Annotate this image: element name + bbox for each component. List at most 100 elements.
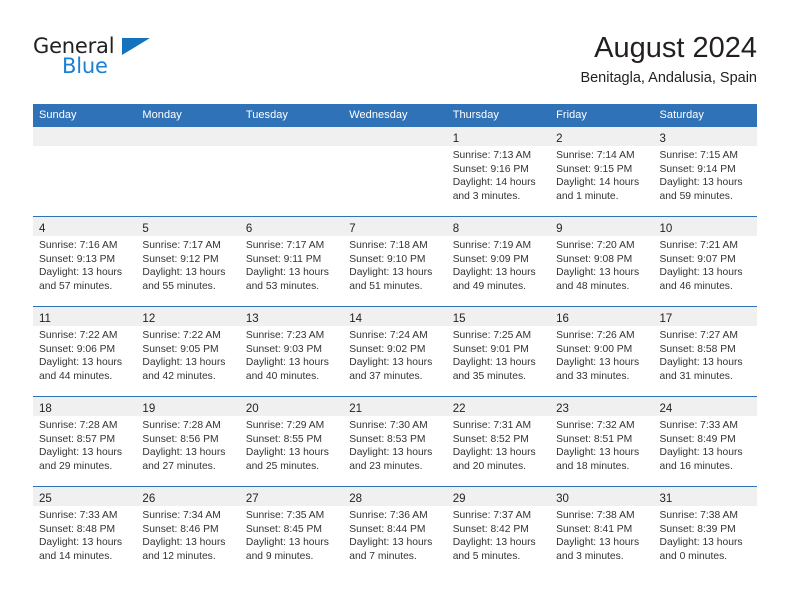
day-number: 31: [659, 493, 673, 505]
calendar-day-cell[interactable]: 24 Sunrise: 7:33 AM Sunset: 8:49 PM Dayligh…: [653, 397, 757, 486]
calendar-day-cell[interactable]: 18 Sunrise: 7:28 AM Sunset: 8:57 PM Dayligh…: [33, 397, 137, 486]
day-number-band: 19: [136, 397, 240, 416]
day-details: Sunrise: 7:15 AM Sunset: 9:14 PM Daylight:…: [654, 146, 757, 203]
day-details: Sunrise: 7:33 AM Sunset: 8:49 PM Daylight:…: [654, 416, 757, 473]
day-details: Sunrise: 7:31 AM Sunset: 8:52 PM Daylight:…: [447, 416, 550, 473]
calendar-day-cell[interactable]: 20 Sunrise: 7:29 AM Sunset: 8:55 PM Dayligh…: [239, 397, 344, 486]
sunset-text: Sunset: 9:16 PM: [452, 163, 529, 175]
daylight-text-line2: and 0 minutes.: [659, 550, 728, 562]
day-details: Sunrise: 7:17 AM Sunset: 9:11 PM Daylight:…: [240, 236, 343, 293]
sunset-text: Sunset: 9:15 PM: [556, 163, 633, 175]
calendar-day-cell[interactable]: 13 Sunrise: 7:23 AM Sunset: 9:03 PM Dayligh…: [239, 307, 344, 396]
day-details: Sunrise: 7:37 AM Sunset: 8:42 PM Daylight:…: [447, 506, 550, 563]
sunset-text: Sunset: 8:44 PM: [349, 523, 426, 535]
calendar-day-cell[interactable]: 8 Sunrise: 7:19 AM Sunset: 9:09 PM Daylight…: [446, 217, 551, 306]
calendar-day-cell[interactable]: 31 Sunrise: 7:38 AM Sunset: 8:39 PM Dayligh…: [653, 487, 757, 576]
day-details: Sunrise: 7:25 AM Sunset: 9:01 PM Daylight:…: [447, 326, 550, 383]
daylight-text-line1: Daylight: 13 hours: [659, 447, 743, 459]
daylight-text-line1: Daylight: 13 hours: [349, 357, 433, 369]
sunset-text: Sunset: 9:13 PM: [39, 253, 116, 265]
calendar-day-cell[interactable]: 25 Sunrise: 7:33 AM Sunset: 8:48 PM Dayligh…: [33, 487, 137, 576]
day-details: Sunrise: 7:13 AM Sunset: 9:16 PM Daylight:…: [447, 146, 550, 203]
daylight-text-line2: and 7 minutes.: [349, 550, 417, 562]
daylight-text-line1: Daylight: 13 hours: [659, 267, 743, 279]
sunrise-text: Sunrise: 7:18 AM: [349, 240, 428, 251]
daylight-text-line1: Daylight: 13 hours: [452, 447, 536, 459]
sunrise-text: Sunrise: 7:29 AM: [245, 420, 325, 431]
day-number: 10: [659, 223, 673, 235]
brand-word-blue: Blue: [62, 54, 108, 78]
calendar-day-cell[interactable]: 26 Sunrise: 7:34 AM Sunset: 8:46 PM Dayligh…: [136, 487, 240, 576]
day-number: 1: [452, 133, 460, 145]
daylight-text-line2: and 51 minutes.: [349, 280, 423, 292]
day-number-band: 3: [653, 127, 757, 146]
sunset-text: Sunset: 9:05 PM: [142, 343, 219, 355]
calendar-day-cell[interactable]: 19 Sunrise: 7:28 AM Sunset: 8:56 PM Dayligh…: [136, 397, 240, 486]
sunset-text: Sunset: 8:55 PM: [245, 433, 322, 445]
calendar-day-cell[interactable]: 2 Sunrise: 7:14 AM Sunset: 9:15 PM Daylight…: [550, 127, 654, 216]
calendar-day-cell[interactable]: 7 Sunrise: 7:18 AM Sunset: 9:10 PM Daylight…: [343, 217, 447, 306]
calendar-week-row: 11 Sunrise: 7:22 AM Sunset: 9:06 PM Dayligh…: [33, 306, 757, 397]
daylight-text-line2: and 3 minutes.: [556, 550, 624, 562]
sunrise-text: Sunrise: 7:28 AM: [39, 420, 118, 431]
calendar-day-cell[interactable]: 6 Sunrise: 7:17 AM Sunset: 9:11 PM Daylight…: [239, 217, 344, 306]
calendar-day-cell[interactable]: 29 Sunrise: 7:37 AM Sunset: 8:42 PM Dayligh…: [446, 487, 551, 576]
calendar-day-cell[interactable]: 15 Sunrise: 7:25 AM Sunset: 9:01 PM Dayligh…: [446, 307, 551, 396]
calendar-day-cell[interactable]: 27 Sunrise: 7:35 AM Sunset: 8:45 PM Dayligh…: [239, 487, 344, 576]
day-number-band: 25: [33, 487, 137, 506]
calendar-day-cell[interactable]: 30 Sunrise: 7:38 AM Sunset: 8:41 PM Dayligh…: [550, 487, 654, 576]
day-details: Sunrise: 7:24 AM Sunset: 9:02 PM Daylight:…: [343, 326, 446, 383]
calendar-day-cell-empty: [343, 127, 447, 216]
calendar-day-cell[interactable]: 5 Sunrise: 7:17 AM Sunset: 9:12 PM Daylight…: [136, 217, 240, 306]
sunset-text: Sunset: 8:42 PM: [452, 523, 529, 535]
calendar-day-cell[interactable]: 28 Sunrise: 7:36 AM Sunset: 8:44 PM Dayligh…: [343, 487, 447, 576]
sunrise-text: Sunrise: 7:22 AM: [142, 330, 221, 341]
day-number: 22: [452, 403, 466, 415]
calendar-day-cell[interactable]: 11 Sunrise: 7:22 AM Sunset: 9:06 PM Dayligh…: [33, 307, 137, 396]
sunrise-text: Sunrise: 7:30 AM: [349, 420, 428, 431]
day-number: 17: [659, 313, 673, 325]
calendar-day-cell[interactable]: 17 Sunrise: 7:27 AM Sunset: 8:58 PM Dayligh…: [653, 307, 757, 396]
calendar-day-cell[interactable]: 23 Sunrise: 7:32 AM Sunset: 8:51 PM Dayligh…: [550, 397, 654, 486]
daylight-text-line2: and 44 minutes.: [39, 370, 113, 382]
triangle-icon: [122, 38, 150, 55]
sunrise-text: Sunrise: 7:19 AM: [452, 240, 532, 251]
daylight-text-line1: Daylight: 14 hours: [556, 177, 640, 189]
calendar-day-cell[interactable]: 10 Sunrise: 7:21 AM Sunset: 9:07 PM Dayligh…: [653, 217, 757, 306]
daylight-text-line2: and 33 minutes.: [556, 370, 630, 382]
calendar-day-cell[interactable]: 4 Sunrise: 7:16 AM Sunset: 9:13 PM Daylight…: [33, 217, 137, 306]
calendar-day-cell[interactable]: 16 Sunrise: 7:26 AM Sunset: 9:00 PM Dayligh…: [550, 307, 654, 396]
calendar-day-cell[interactable]: 21 Sunrise: 7:30 AM Sunset: 8:53 PM Dayligh…: [343, 397, 447, 486]
day-number-band: 8: [446, 217, 551, 236]
calendar-day-cell[interactable]: 22 Sunrise: 7:31 AM Sunset: 8:52 PM Dayligh…: [446, 397, 551, 486]
sunrise-text: Sunrise: 7:17 AM: [142, 240, 221, 251]
sunset-text: Sunset: 9:03 PM: [245, 343, 322, 355]
sunrise-text: Sunrise: 7:25 AM: [452, 330, 532, 341]
day-number: 21: [349, 403, 363, 415]
brand-logo[interactable]: General Blue: [33, 34, 163, 86]
daylight-text-line2: and 35 minutes.: [452, 370, 526, 382]
sunrise-text: Sunrise: 7:38 AM: [659, 510, 738, 521]
day-number-band: 7: [343, 217, 447, 236]
daylight-text-line1: Daylight: 13 hours: [245, 357, 329, 369]
calendar-day-cell[interactable]: 1 Sunrise: 7:13 AM Sunset: 9:16 PM Daylight…: [446, 127, 551, 216]
sunrise-text: Sunrise: 7:22 AM: [39, 330, 118, 341]
day-number: 25: [39, 493, 52, 505]
day-details: Sunrise: 7:22 AM Sunset: 9:06 PM Daylight:…: [33, 326, 136, 383]
day-details: Sunrise: 7:38 AM Sunset: 8:39 PM Daylight:…: [654, 506, 757, 563]
calendar-day-cell[interactable]: 9 Sunrise: 7:20 AM Sunset: 9:08 PM Daylight…: [550, 217, 654, 306]
day-details: [240, 146, 343, 149]
day-details: Sunrise: 7:16 AM Sunset: 9:13 PM Daylight:…: [33, 236, 136, 293]
calendar-day-cell[interactable]: 3 Sunrise: 7:15 AM Sunset: 9:14 PM Daylight…: [653, 127, 757, 216]
sunrise-text: Sunrise: 7:38 AM: [556, 510, 635, 521]
day-number: 26: [142, 493, 156, 505]
day-number: 23: [556, 403, 569, 415]
calendar-day-cell[interactable]: 14 Sunrise: 7:24 AM Sunset: 9:02 PM Dayligh…: [343, 307, 447, 396]
sunrise-text: Sunrise: 7:23 AM: [245, 330, 325, 341]
daylight-text-line2: and 46 minutes.: [659, 280, 733, 292]
sunset-text: Sunset: 8:53 PM: [349, 433, 426, 445]
daylight-text-line2: and 16 minutes.: [659, 460, 733, 472]
calendar-day-cell[interactable]: 12 Sunrise: 7:22 AM Sunset: 9:05 PM Dayligh…: [136, 307, 240, 396]
daylight-text-line2: and 59 minutes.: [659, 190, 733, 202]
day-details: Sunrise: 7:27 AM Sunset: 8:58 PM Daylight:…: [654, 326, 757, 383]
